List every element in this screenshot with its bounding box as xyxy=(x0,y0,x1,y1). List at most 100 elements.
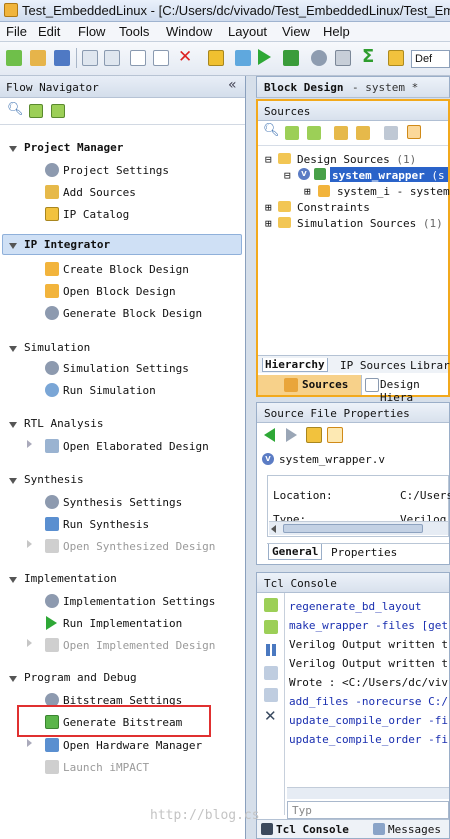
menu-layout[interactable]: Layout xyxy=(228,24,267,39)
section-synthesis[interactable]: Synthesis xyxy=(24,473,84,486)
nav-launch-impact[interactable]: Launch iMPACT xyxy=(63,761,149,774)
tree-simulation-sources[interactable]: Simulation Sources (1) xyxy=(297,217,443,230)
tree-toggle-icon[interactable]: ⊞ xyxy=(304,185,311,198)
expand-arrow-icon[interactable] xyxy=(27,540,32,548)
forward-arrow-icon[interactable] xyxy=(286,428,297,442)
layout-select[interactable]: Def xyxy=(411,50,450,68)
nav-open-implemented-design[interactable]: Open Implemented Design xyxy=(63,639,215,652)
nav-run-implementation[interactable]: Run Implementation xyxy=(63,617,182,630)
tab-tcl-console[interactable]: Tcl Console xyxy=(276,823,349,836)
document-icon[interactable] xyxy=(384,126,398,140)
check-icon[interactable] xyxy=(208,50,224,66)
menu-file[interactable]: File xyxy=(6,24,27,39)
save-icon[interactable] xyxy=(54,50,70,66)
nav-add-sources[interactable]: Add Sources xyxy=(63,186,136,199)
copy-icon[interactable] xyxy=(130,50,146,66)
section-program-and-debug[interactable]: Program and Debug xyxy=(24,671,137,684)
properties-icon[interactable] xyxy=(407,125,421,139)
expand-arrow-icon[interactable] xyxy=(27,440,32,448)
section-simulation[interactable]: Simulation xyxy=(24,341,90,354)
collapse-arrow-icon[interactable] xyxy=(9,478,17,484)
scroll-thumb[interactable] xyxy=(283,524,423,533)
tree-toggle-icon[interactable]: ⊟ xyxy=(265,153,272,166)
nav-synthesis-settings[interactable]: Synthesis Settings xyxy=(63,496,182,509)
collapse-arrow-icon[interactable] xyxy=(9,577,17,583)
delete-icon[interactable]: ✕ xyxy=(178,47,192,67)
tools-icon[interactable] xyxy=(335,50,351,66)
collapse-arrow-icon[interactable] xyxy=(9,422,17,428)
nav-open-synthesized-design[interactable]: Open Synthesized Design xyxy=(63,540,215,553)
menu-tools[interactable]: Tools xyxy=(119,24,149,39)
download-icon[interactable] xyxy=(235,50,251,66)
new-project-icon[interactable] xyxy=(6,50,22,66)
search-icon[interactable]: 🔍︎ xyxy=(7,102,24,117)
collapse-arrow-icon[interactable] xyxy=(9,146,17,152)
section-project-manager[interactable]: Project Manager xyxy=(24,141,123,154)
back-arrow-icon[interactable] xyxy=(264,428,275,442)
expand-arrow-icon[interactable] xyxy=(27,639,32,647)
tab-design-hierarchy[interactable]: Design Hiera xyxy=(380,378,448,404)
cursor-icon[interactable] xyxy=(327,427,343,443)
menu-flow[interactable]: Flow xyxy=(78,24,105,39)
collapse-all-icon[interactable] xyxy=(285,126,299,140)
document-icon[interactable] xyxy=(264,688,278,702)
section-rtl-analysis[interactable]: RTL Analysis xyxy=(24,417,103,430)
nav-project-settings[interactable]: Project Settings xyxy=(63,164,169,177)
open-project-icon[interactable] xyxy=(30,50,46,66)
expand-arrow-icon[interactable] xyxy=(27,739,32,747)
nav-create-block-design[interactable]: Create Block Design xyxy=(63,263,189,276)
paste-icon[interactable] xyxy=(153,50,169,66)
pause-icon[interactable] xyxy=(266,644,270,656)
nav-open-block-design[interactable]: Open Block Design xyxy=(63,285,176,298)
pause-icon[interactable] xyxy=(272,644,276,656)
step-icon[interactable] xyxy=(283,50,299,66)
copy-icon[interactable] xyxy=(264,666,278,680)
tree-toggle-icon[interactable]: ⊞ xyxy=(265,201,272,214)
run-icon[interactable] xyxy=(258,49,271,65)
add-file-icon[interactable] xyxy=(356,126,370,140)
tree-system-wrapper[interactable]: system_wrapper (s xyxy=(332,169,445,182)
expand-all-icon[interactable] xyxy=(307,126,321,140)
nav-generate-block-design[interactable]: Generate Block Design xyxy=(63,307,202,320)
nav-run-synthesis[interactable]: Run Synthesis xyxy=(63,518,149,531)
nav-run-simulation[interactable]: Run Simulation xyxy=(63,384,156,397)
tree-constraints[interactable]: Constraints xyxy=(297,201,370,214)
expand-all-icon[interactable] xyxy=(51,104,65,118)
tree-system-i[interactable]: system_i - system xyxy=(337,185,450,198)
collapse-arrow-icon[interactable] xyxy=(9,346,17,352)
collapse-panel-button[interactable]: « xyxy=(228,77,237,93)
tab-messages[interactable]: Messages xyxy=(388,823,441,836)
collapse-arrow-icon[interactable] xyxy=(9,676,17,682)
section-implementation[interactable]: Implementation xyxy=(24,572,117,585)
undo-icon[interactable] xyxy=(82,50,98,66)
horizontal-scrollbar[interactable] xyxy=(287,787,449,799)
scroll-left-icon[interactable] xyxy=(271,525,276,533)
settings-gear-icon[interactable] xyxy=(311,50,327,66)
tab-sources[interactable]: Sources xyxy=(302,378,348,391)
redo-icon[interactable] xyxy=(104,50,120,66)
nav-ip-catalog[interactable]: IP Catalog xyxy=(63,208,129,221)
collapse-all-icon[interactable] xyxy=(29,104,43,118)
tree-toggle-icon[interactable]: ⊞ xyxy=(265,217,272,230)
tab-properties[interactable]: Properties xyxy=(331,546,397,559)
nav-simulation-settings[interactable]: Simulation Settings xyxy=(63,362,189,375)
clear-icon[interactable]: ✕ xyxy=(264,707,277,725)
sigma-icon[interactable]: Σ xyxy=(362,46,374,67)
collapse-arrow-icon[interactable] xyxy=(9,243,17,249)
menu-edit[interactable]: Edit xyxy=(38,24,60,39)
nav-implementation-settings[interactable]: Implementation Settings xyxy=(63,595,215,608)
layout-icon[interactable] xyxy=(388,50,404,66)
expand-all-icon[interactable] xyxy=(264,620,278,634)
add-icon[interactable] xyxy=(334,126,348,140)
nav-open-elaborated-design[interactable]: Open Elaborated Design xyxy=(63,440,209,453)
tab-ip-sources[interactable]: IP Sources xyxy=(340,359,406,372)
tab-libraries[interactable]: Librar xyxy=(410,359,450,372)
collapse-all-icon[interactable] xyxy=(264,598,278,612)
properties-icon[interactable] xyxy=(306,427,322,443)
search-icon[interactable]: 🔍︎ xyxy=(263,123,280,138)
menu-help[interactable]: Help xyxy=(323,24,350,39)
menu-view[interactable]: View xyxy=(282,24,310,39)
menu-window[interactable]: Window xyxy=(166,24,212,39)
nav-open-hardware-manager[interactable]: Open Hardware Manager xyxy=(63,739,202,752)
tab-hierarchy[interactable]: Hierarchy xyxy=(262,358,328,372)
